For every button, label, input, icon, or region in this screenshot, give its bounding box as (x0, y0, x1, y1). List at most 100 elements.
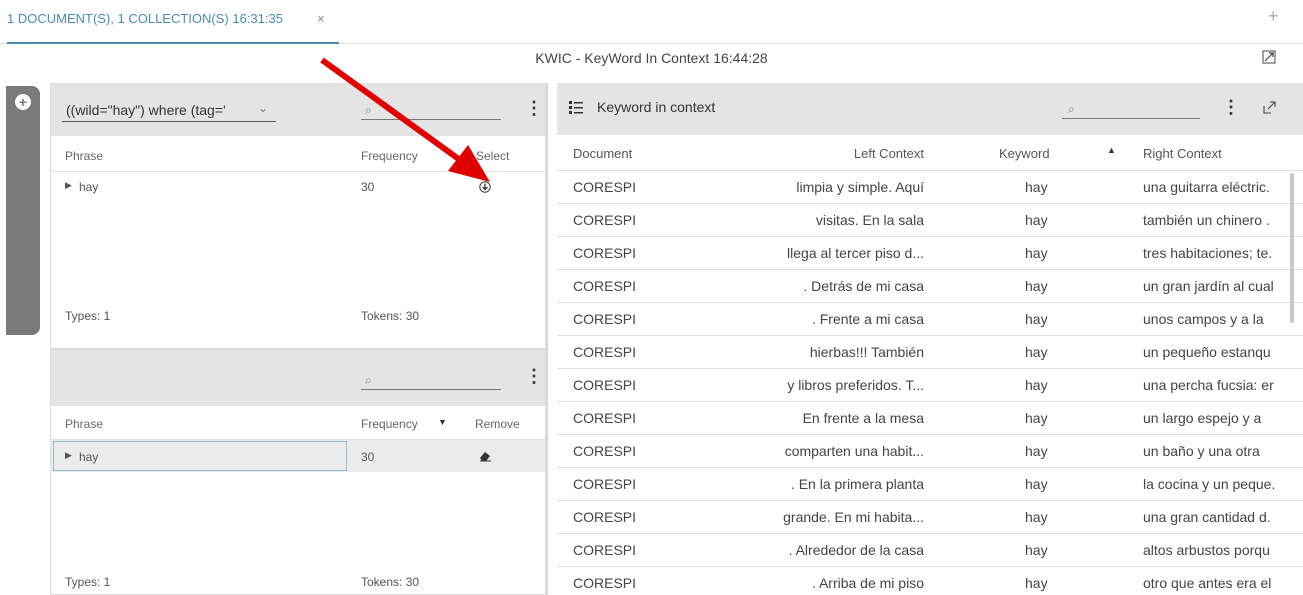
kwic-panel-title: Keyword in context (597, 99, 716, 115)
table-row[interactable]: ▶ hay 30 (51, 172, 545, 200)
left-context-cell: llega al tercer piso d... (787, 245, 924, 261)
left-context-cell: visitas. En la sala (815, 212, 924, 228)
left-context-cell: . Arriba de mi piso (811, 575, 924, 591)
caret-right-icon[interactable]: ▶ (65, 450, 72, 461)
kwic-row[interactable]: CORESPI comparten una habit... hay un baño … (557, 435, 1303, 468)
keyword-cell: hay (1025, 542, 1048, 558)
kwic-row[interactable]: CORESPI y libros preferidos. T... hay una p… (557, 369, 1303, 402)
kebab-menu-icon[interactable]: ⋮ (1222, 97, 1240, 118)
table-row[interactable]: ▶ hay 30 (51, 440, 545, 472)
phrase-cell: hay (79, 180, 99, 194)
right-context-cell: un largo espejo y a (1143, 410, 1262, 426)
column-header-remove: Remove (475, 417, 520, 431)
left-context-cell: grande. En mi habita... (783, 509, 924, 525)
query-select-value: ((wild="hay") where (tag=' (66, 102, 226, 118)
kwic-row[interactable]: CORESPI. Detrás de mi casa hay un gran jar… (557, 270, 1303, 303)
eraser-icon[interactable] (479, 449, 492, 467)
right-context-cell: también un chinero . (1143, 212, 1270, 228)
kwic-row[interactable]: CORESPI. En la primera planta hay la cocin… (557, 468, 1303, 501)
right-context-cell: otro que antes era el (1143, 575, 1272, 591)
tokens-count: Tokens: 30 (361, 309, 420, 323)
column-header-right-context[interactable]: Right Context (1143, 146, 1222, 161)
keyword-cell: hay (1025, 476, 1048, 492)
column-header-frequency[interactable]: Frequency (361, 149, 418, 163)
keyword-cell: hay (1025, 278, 1048, 294)
query-select[interactable]: ((wild="hay") where (tag=' ⌄ (62, 98, 276, 122)
expand-icon[interactable] (1262, 50, 1276, 67)
window-title: KWIC - KeyWord In Context 16:44:28 (535, 50, 768, 66)
right-context-cell: un gran jardín al cual (1143, 278, 1274, 294)
right-context-cell: una gran cantidad d. (1143, 509, 1271, 525)
column-header-keyword[interactable]: Keyword (999, 146, 1050, 161)
kebab-menu-icon[interactable]: ⋮ (525, 366, 543, 387)
kwic-row[interactable]: CORESPI. Frente a mi casa hay unos campos … (557, 303, 1303, 336)
column-header-left-context[interactable]: Left Context (557, 146, 924, 161)
document-tab[interactable]: 1 DOCUMENT(S), 1 COLLECTION(S) 16:31:35 … (7, 0, 339, 44)
right-context-cell: unos campos y a la (1143, 311, 1264, 327)
left-context-cell: hierbas!!! También (809, 344, 924, 360)
column-header-phrase[interactable]: Phrase (65, 149, 103, 163)
add-tab-icon[interactable]: + (1268, 6, 1279, 27)
arrow-circle-down-icon[interactable] (479, 180, 491, 198)
kwic-panel-header: Keyword in context ⌕ ⋮ (557, 83, 1303, 135)
kwic-row[interactable]: CORESPI limpia y simple. Aquí hay una guita… (557, 171, 1303, 204)
kwic-panel: Keyword in context ⌕ ⋮ Document Left Con… (557, 83, 1303, 595)
kebab-menu-icon[interactable]: ⋮ (525, 98, 543, 119)
kwic-row[interactable]: CORESPI En frente a la mesa hay un largo es… (557, 402, 1303, 435)
kwic-row[interactable]: CORESPI grande. En mi habita... hay una gra… (557, 501, 1303, 534)
column-header-select: Select (476, 149, 510, 163)
column-header-phrase[interactable]: Phrase (65, 417, 103, 431)
right-context-cell: una percha fucsia: er (1143, 377, 1274, 393)
right-context-cell: altos arbustos porqu (1143, 542, 1270, 558)
right-context-cell: un pequeño estanqu (1143, 344, 1271, 360)
kwic-search-input[interactable]: ⌕ (1062, 97, 1200, 119)
keyword-cell: hay (1025, 410, 1048, 426)
close-tab-icon[interactable]: × (317, 11, 325, 26)
left-context-cell: limpia y simple. Aquí (796, 179, 924, 195)
kwic-row[interactable]: CORESPI. Alrededor de la casa hay altos ar… (557, 534, 1303, 567)
list-icon (569, 100, 583, 119)
plus-circle-icon[interactable]: + (15, 94, 31, 110)
keyword-cell: hay (1025, 311, 1048, 327)
left-context-cell: . Frente a mi casa (811, 311, 924, 327)
query-panel-header: ((wild="hay") where (tag=' ⌄ ⌕ ⋮ (51, 84, 545, 136)
kwic-row[interactable]: CORESPI hierbas!!! También hay un pequeño e… (557, 336, 1303, 369)
keyword-cell: hay (1025, 344, 1048, 360)
selected-search-input[interactable]: ⌕ (361, 368, 501, 390)
expand-icon[interactable] (1263, 101, 1276, 119)
keyword-cell: hay (1025, 377, 1048, 393)
frequency-cell: 30 (361, 450, 375, 464)
tokens-count: Tokens: 30 (361, 575, 420, 589)
left-context-cell: . En la primera planta (790, 476, 924, 492)
keyword-cell: hay (1025, 212, 1048, 228)
left-context-cell: y libros preferidos. T... (787, 377, 924, 393)
right-context-cell: tres habitaciones; te. (1143, 245, 1273, 261)
left-context-cell: En frente a la mesa (802, 410, 924, 426)
selected-phrases-panel: ⌕ ⋮ Phrase Frequency ▼ Remove ▶ hay 30 T… (50, 349, 546, 595)
types-count: Types: 1 (65, 309, 111, 323)
left-context-cell: . Detrás de mi casa (803, 278, 924, 294)
keyword-cell: hay (1025, 575, 1048, 591)
keyword-cell: hay (1025, 179, 1048, 195)
search-icon: ⌕ (365, 373, 372, 387)
kwic-row[interactable]: CORESPI visitas. En la sala hay también un … (557, 204, 1303, 237)
kwic-row[interactable]: CORESPI llega al tercer piso d... hay tres … (557, 237, 1303, 270)
types-count: Types: 1 (65, 575, 111, 589)
caret-right-icon[interactable]: ▶ (65, 180, 72, 191)
kwic-table-body: CORESPI limpia y simple. Aquí hay una guita… (557, 171, 1303, 595)
search-icon: ⌕ (365, 103, 372, 117)
scrollbar-thumb[interactable] (1290, 173, 1294, 323)
right-context-cell: una guitarra eléctric. (1143, 179, 1270, 195)
keyword-cell: hay (1025, 509, 1048, 525)
sort-icon[interactable]: ▲ (1107, 145, 1116, 155)
kwic-row[interactable]: CORESPI. Arriba de mi piso hay otro que an… (557, 567, 1303, 595)
sort-icon[interactable]: ▼ (438, 417, 447, 427)
side-panel: + (6, 86, 40, 335)
right-context-cell: un baño y una otra (1143, 443, 1260, 459)
column-header-frequency[interactable]: Frequency (361, 417, 418, 431)
query-panel: ((wild="hay") where (tag=' ⌄ ⌕ ⋮ Phrase … (50, 83, 546, 349)
panel-splitter[interactable] (546, 83, 548, 595)
query-search-input[interactable]: ⌕ (361, 98, 501, 120)
selected-phrases-header: ⌕ ⋮ (51, 350, 545, 406)
left-context-cell: comparten una habit... (784, 443, 924, 459)
